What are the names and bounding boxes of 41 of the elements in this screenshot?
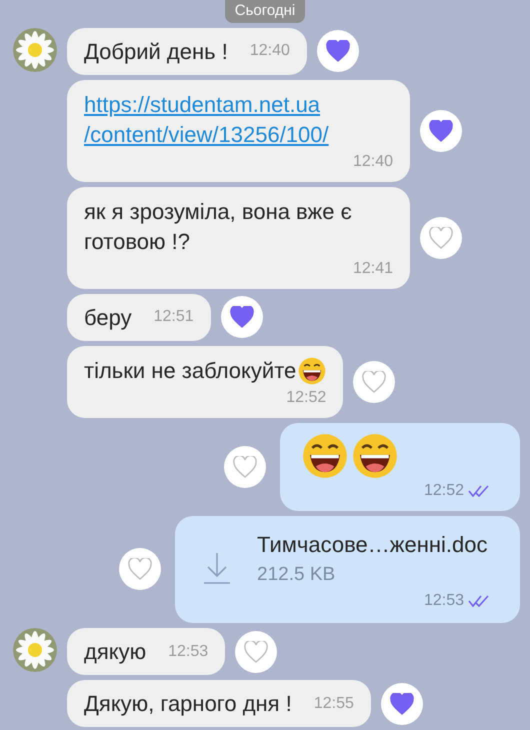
heart-icon: [326, 40, 350, 62]
heart-icon: [244, 640, 268, 662]
heart-icon: [128, 558, 152, 580]
laughing-face-icon: [298, 356, 326, 384]
message-text: беру: [84, 304, 132, 332]
heart-icon: [362, 370, 386, 392]
like-button[interactable]: [380, 682, 423, 724]
heart-icon: [390, 692, 414, 714]
message-text: Добрий день !: [84, 38, 228, 66]
heart-icon: [429, 226, 453, 248]
message-time: 12:53: [168, 642, 208, 662]
message-text: тільки не заблокуйте: [84, 356, 296, 385]
message-text: Дякую, гарного дня !: [84, 690, 292, 718]
message-time: 12:52: [424, 480, 464, 500]
message-time: 12:51: [154, 307, 194, 327]
like-button[interactable]: [235, 630, 278, 672]
heart-icon: [233, 456, 257, 478]
like-button[interactable]: [224, 446, 266, 488]
message-time: 12:55: [314, 694, 354, 714]
message-time: 12:53: [424, 591, 464, 611]
like-button[interactable]: [220, 296, 263, 338]
like-button[interactable]: [420, 110, 462, 152]
file-name: Тимчасове…женні.doc: [257, 530, 488, 558]
download-icon: [203, 552, 231, 584]
message-text: як я зрозуміла, вона вже є готовою !?: [84, 198, 353, 256]
date-badge: Сьогодні: [224, 0, 306, 22]
like-button[interactable]: [420, 216, 462, 258]
message-time: 12:41: [352, 258, 393, 278]
message-time: 12:52: [286, 388, 326, 408]
heart-icon: [429, 120, 453, 142]
message-time: 12:40: [352, 152, 393, 172]
like-button[interactable]: [353, 360, 396, 402]
file-size: 212.5 KB: [257, 562, 336, 586]
laughing-face-icon: [352, 432, 398, 478]
laughing-face-icon: [302, 432, 348, 478]
message-time: 12:40: [250, 41, 290, 61]
like-button[interactable]: [316, 30, 359, 72]
message-text: дякую: [84, 638, 146, 666]
heart-icon: [230, 306, 254, 328]
file-message[interactable]: Тимчасове…женні.doc 212.5 KB 12:53: [175, 516, 520, 623]
like-button[interactable]: [119, 548, 161, 590]
